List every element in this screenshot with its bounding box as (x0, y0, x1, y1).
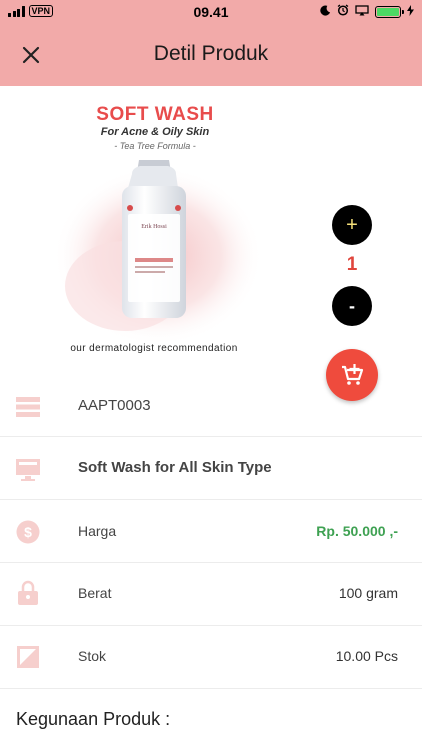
product-image-subtitle: For Acne & Oily Skin (100, 126, 210, 138)
top-bar: VPN 09.41 Detil Produk (0, 0, 422, 86)
image-icon (16, 645, 40, 669)
product-image: Erik Hossi SOFT WASH For Acne & Oily Ski… (40, 96, 270, 366)
minus-icon: - (349, 296, 355, 316)
charging-icon (407, 4, 414, 19)
battery-icon (375, 5, 404, 18)
product-image-caption: our dermatologist recommendation (70, 343, 238, 354)
decrease-quantity-button[interactable]: - (332, 286, 372, 326)
stock-row: Stok 10.00 Pcs (0, 626, 422, 689)
status-bar: VPN 09.41 (0, 0, 422, 24)
price-row: $ Harga Rp. 50.000 ,- (0, 500, 422, 563)
usage-section-title: Kegunaan Produk : (16, 709, 171, 729)
page-title: Detil Produk (153, 42, 269, 65)
weight-value: 100 gram (338, 585, 398, 601)
increase-quantity-button[interactable]: + (332, 205, 372, 245)
stock-label: Stok (78, 648, 107, 664)
moon-icon (320, 5, 331, 19)
product-code-row: AAPT0003 (0, 373, 422, 437)
svg-text:Erik Hossi: Erik Hossi (141, 224, 167, 230)
monitor-icon (16, 457, 40, 481)
product-code: AAPT0003 (78, 397, 151, 414)
dollar-icon: $ (16, 520, 40, 544)
product-image-title: SOFT WASH (96, 104, 214, 125)
quantity-value: 1 (346, 254, 358, 275)
list-icon (16, 395, 40, 419)
screen-mirror-icon (355, 4, 369, 19)
svg-text:$: $ (24, 524, 32, 540)
price-label: Harga (78, 523, 117, 539)
status-right (320, 4, 414, 19)
product-name-row: Soft Wash for All Skin Type (0, 437, 422, 500)
product-image-formula: - Tea Tree Formula - (114, 141, 196, 151)
lock-icon (16, 580, 40, 605)
weight-row: Berat 100 gram (0, 563, 422, 626)
product-name: Soft Wash for All Skin Type (78, 459, 272, 476)
price-value: Rp. 50.000 ,- (316, 523, 398, 539)
weight-label: Berat (78, 585, 112, 601)
stock-value: 10.00 Pcs (335, 648, 398, 664)
plus-icon: + (346, 214, 358, 236)
header: Detil Produk (0, 24, 422, 86)
alarm-icon (337, 4, 349, 19)
